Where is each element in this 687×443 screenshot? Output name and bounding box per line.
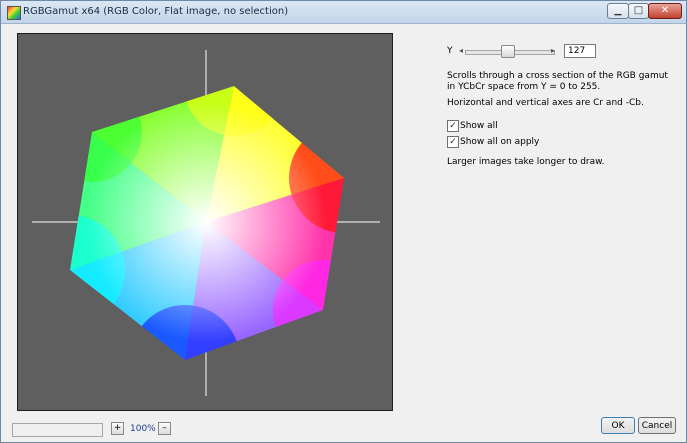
ok-button[interactable]: OK (601, 417, 635, 434)
description-line-2: in YCbCr space from Y = 0 to 255. (447, 82, 601, 92)
minimize-icon: ▁ (614, 6, 622, 16)
slider-left-arrow-icon[interactable]: ◂ (459, 46, 463, 55)
cancel-button[interactable]: Cancel (638, 417, 676, 434)
zoom-level: 100% (130, 424, 156, 434)
dialog-window: RGBGamut x64 (RGB Color, Flat image, no … (0, 0, 687, 443)
y-value-field[interactable]: 127 (564, 44, 596, 58)
description-line-1: Scrolls through a cross section of the R… (447, 71, 668, 81)
show-all-checkbox[interactable]: ✓ (447, 120, 459, 132)
show-all-label: Show all (460, 121, 498, 131)
slider-right-arrow-icon[interactable]: ▸ (551, 46, 555, 55)
gamut-preview-graphic (32, 50, 380, 396)
title-bar: RGBGamut x64 (RGB Color, Flat image, no … (1, 1, 686, 24)
y-slider-thumb[interactable] (501, 45, 515, 58)
close-icon: ✕ (660, 5, 670, 16)
minimize-button[interactable]: ▁ (607, 3, 629, 19)
axes-description: Horizontal and vertical axes are Cr and … (447, 98, 644, 108)
zoom-out-button[interactable]: – (158, 422, 171, 435)
maximize-button[interactable]: □ (628, 3, 649, 19)
slider-label: Y (447, 46, 453, 56)
show-all-on-apply-label: Show all on apply (460, 137, 540, 147)
app-icon (7, 6, 21, 20)
performance-note: Larger images take longer to draw. (447, 157, 605, 167)
window-title: RGBGamut x64 (RGB Color, Flat image, no … (23, 6, 289, 17)
progress-bar (12, 423, 103, 437)
gamut-hexagon (70, 86, 344, 360)
zoom-in-button[interactable]: + (111, 422, 124, 435)
show-all-on-apply-checkbox[interactable]: ✓ (447, 136, 459, 148)
close-button[interactable]: ✕ (648, 3, 682, 19)
maximize-icon: □ (633, 5, 644, 16)
gamut-preview (17, 33, 393, 411)
